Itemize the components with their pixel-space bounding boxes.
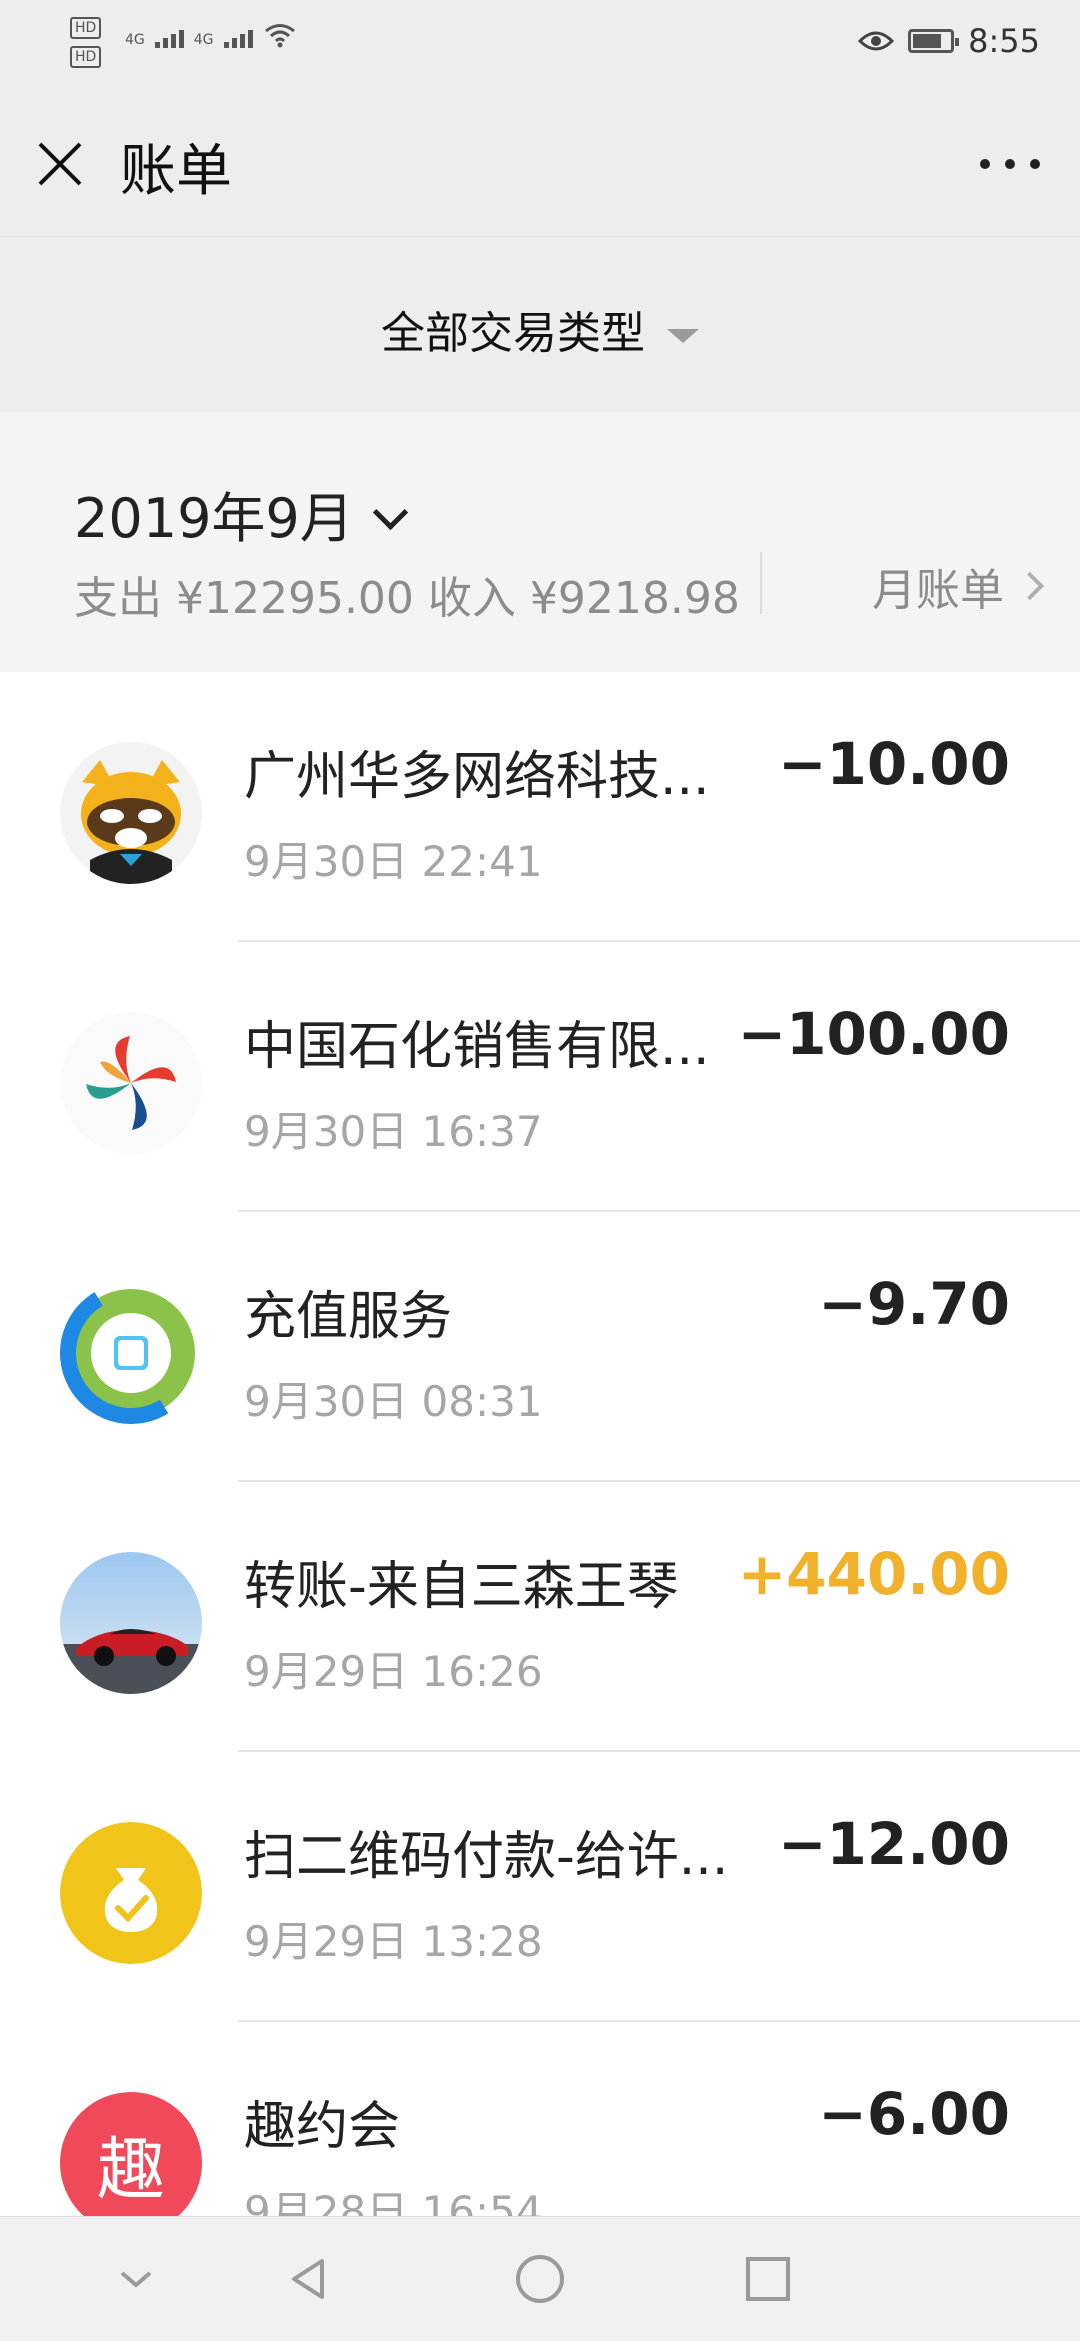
- transaction-amount: −9.70: [818, 1270, 1010, 1338]
- transaction-row[interactable]: 充值服务 9月30日 08:31 −9.70: [0, 1212, 1080, 1482]
- avatar-text: 趣: [96, 2131, 165, 2210]
- month-selector[interactable]: 2019年9月: [74, 474, 408, 553]
- network-type-1: 4G: [125, 32, 145, 48]
- transaction-date: 9月29日 13:28: [244, 1917, 543, 1966]
- page-title: 账单: [120, 139, 232, 204]
- month-label: 2019年9月: [74, 487, 354, 550]
- vertical-divider: [760, 552, 762, 614]
- system-nav-bar: [0, 2216, 1080, 2341]
- hide-keyboard-icon[interactable]: [108, 2251, 164, 2307]
- month-summary: 支出 ¥12295.00 收入 ¥9218.98: [74, 573, 740, 624]
- transaction-list: 广州华多网络科技... 9月30日 22:41 −10.00 中国石化销售有限.…: [0, 672, 1080, 2292]
- hd1-badge: HD: [70, 17, 102, 39]
- transaction-name: 广州华多网络科技...: [244, 747, 710, 807]
- signal-2-icon: [223, 30, 253, 48]
- red-car-avatar-icon: [60, 1552, 202, 1694]
- close-icon[interactable]: [36, 140, 84, 188]
- transaction-date: 9月30日 08:31: [244, 1377, 543, 1426]
- recharge-service-icon: [60, 1282, 202, 1424]
- transaction-date: 9月29日 16:26: [244, 1647, 543, 1696]
- battery-icon: [908, 29, 960, 53]
- network-type-2: 4G: [193, 32, 214, 48]
- transaction-row[interactable]: 转账-来自三森王琴 9月29日 16:26 +440.00: [0, 1482, 1080, 1752]
- signal-indicators: 4G 4G: [125, 22, 297, 48]
- app-header: 账单: [0, 90, 1080, 236]
- hd2-badge: HD: [70, 46, 102, 68]
- transaction-amount: −6.00: [818, 2080, 1010, 2148]
- filter-label: 全部交易类型: [381, 308, 645, 359]
- transaction-row[interactable]: 扫二维码付款-给许... 9月29日 13:28 −12.00: [0, 1752, 1080, 2022]
- transaction-name: 中国石化销售有限...: [244, 1017, 710, 1077]
- chevron-right-icon: [1015, 571, 1045, 601]
- transaction-name: 趣约会: [244, 2097, 401, 2157]
- recent-apps-icon[interactable]: [740, 2251, 796, 2307]
- status-bar: HD HD 4G 4G 8:55: [0, 0, 1080, 90]
- status-right: 8:55: [858, 22, 1040, 60]
- transaction-row[interactable]: 中国石化销售有限... 9月30日 16:37 −100.00: [0, 942, 1080, 1212]
- month-section: 2019年9月 支出 ¥12295.00 收入 ¥9218.98 月账单: [0, 412, 1080, 672]
- sim-indicators: HD HD: [70, 16, 102, 74]
- monthly-bill-link[interactable]: 月账单: [872, 554, 1045, 618]
- quyuehui-logo-icon: 趣: [60, 2092, 202, 2234]
- signal-1-icon: [154, 30, 184, 48]
- chevron-down-icon: [372, 494, 408, 531]
- dropdown-caret-icon: [667, 329, 699, 343]
- transaction-type-filter[interactable]: 全部交易类型: [0, 236, 1080, 413]
- transaction-date: 9月30日 16:37: [244, 1107, 543, 1156]
- transaction-amount: −10.00: [777, 730, 1010, 798]
- transaction-name: 充值服务: [244, 1287, 453, 1347]
- back-icon[interactable]: [282, 2251, 338, 2307]
- transaction-amount: −12.00: [777, 1810, 1010, 1878]
- transaction-date: 9月30日 22:41: [244, 837, 543, 886]
- transaction-name: 转账-来自三森王琴: [244, 1557, 679, 1617]
- transaction-amount: −100.00: [737, 1000, 1010, 1068]
- eye-icon: [858, 31, 895, 51]
- transaction-name: 扫二维码付款-给许...: [244, 1827, 729, 1887]
- sinopec-logo-icon: [60, 1012, 202, 1154]
- transaction-amount: +440.00: [737, 1540, 1010, 1608]
- home-icon[interactable]: [512, 2251, 568, 2307]
- monthly-bill-label: 月账单: [872, 565, 1004, 616]
- raccoon-mascot-icon: [60, 742, 202, 884]
- clock: 8:55: [968, 22, 1040, 60]
- wifi-icon: [264, 24, 295, 48]
- transaction-row[interactable]: 广州华多网络科技... 9月30日 22:41 −10.00: [0, 672, 1080, 942]
- money-bag-icon: [60, 1822, 202, 1964]
- more-options-icon[interactable]: [980, 154, 1040, 174]
